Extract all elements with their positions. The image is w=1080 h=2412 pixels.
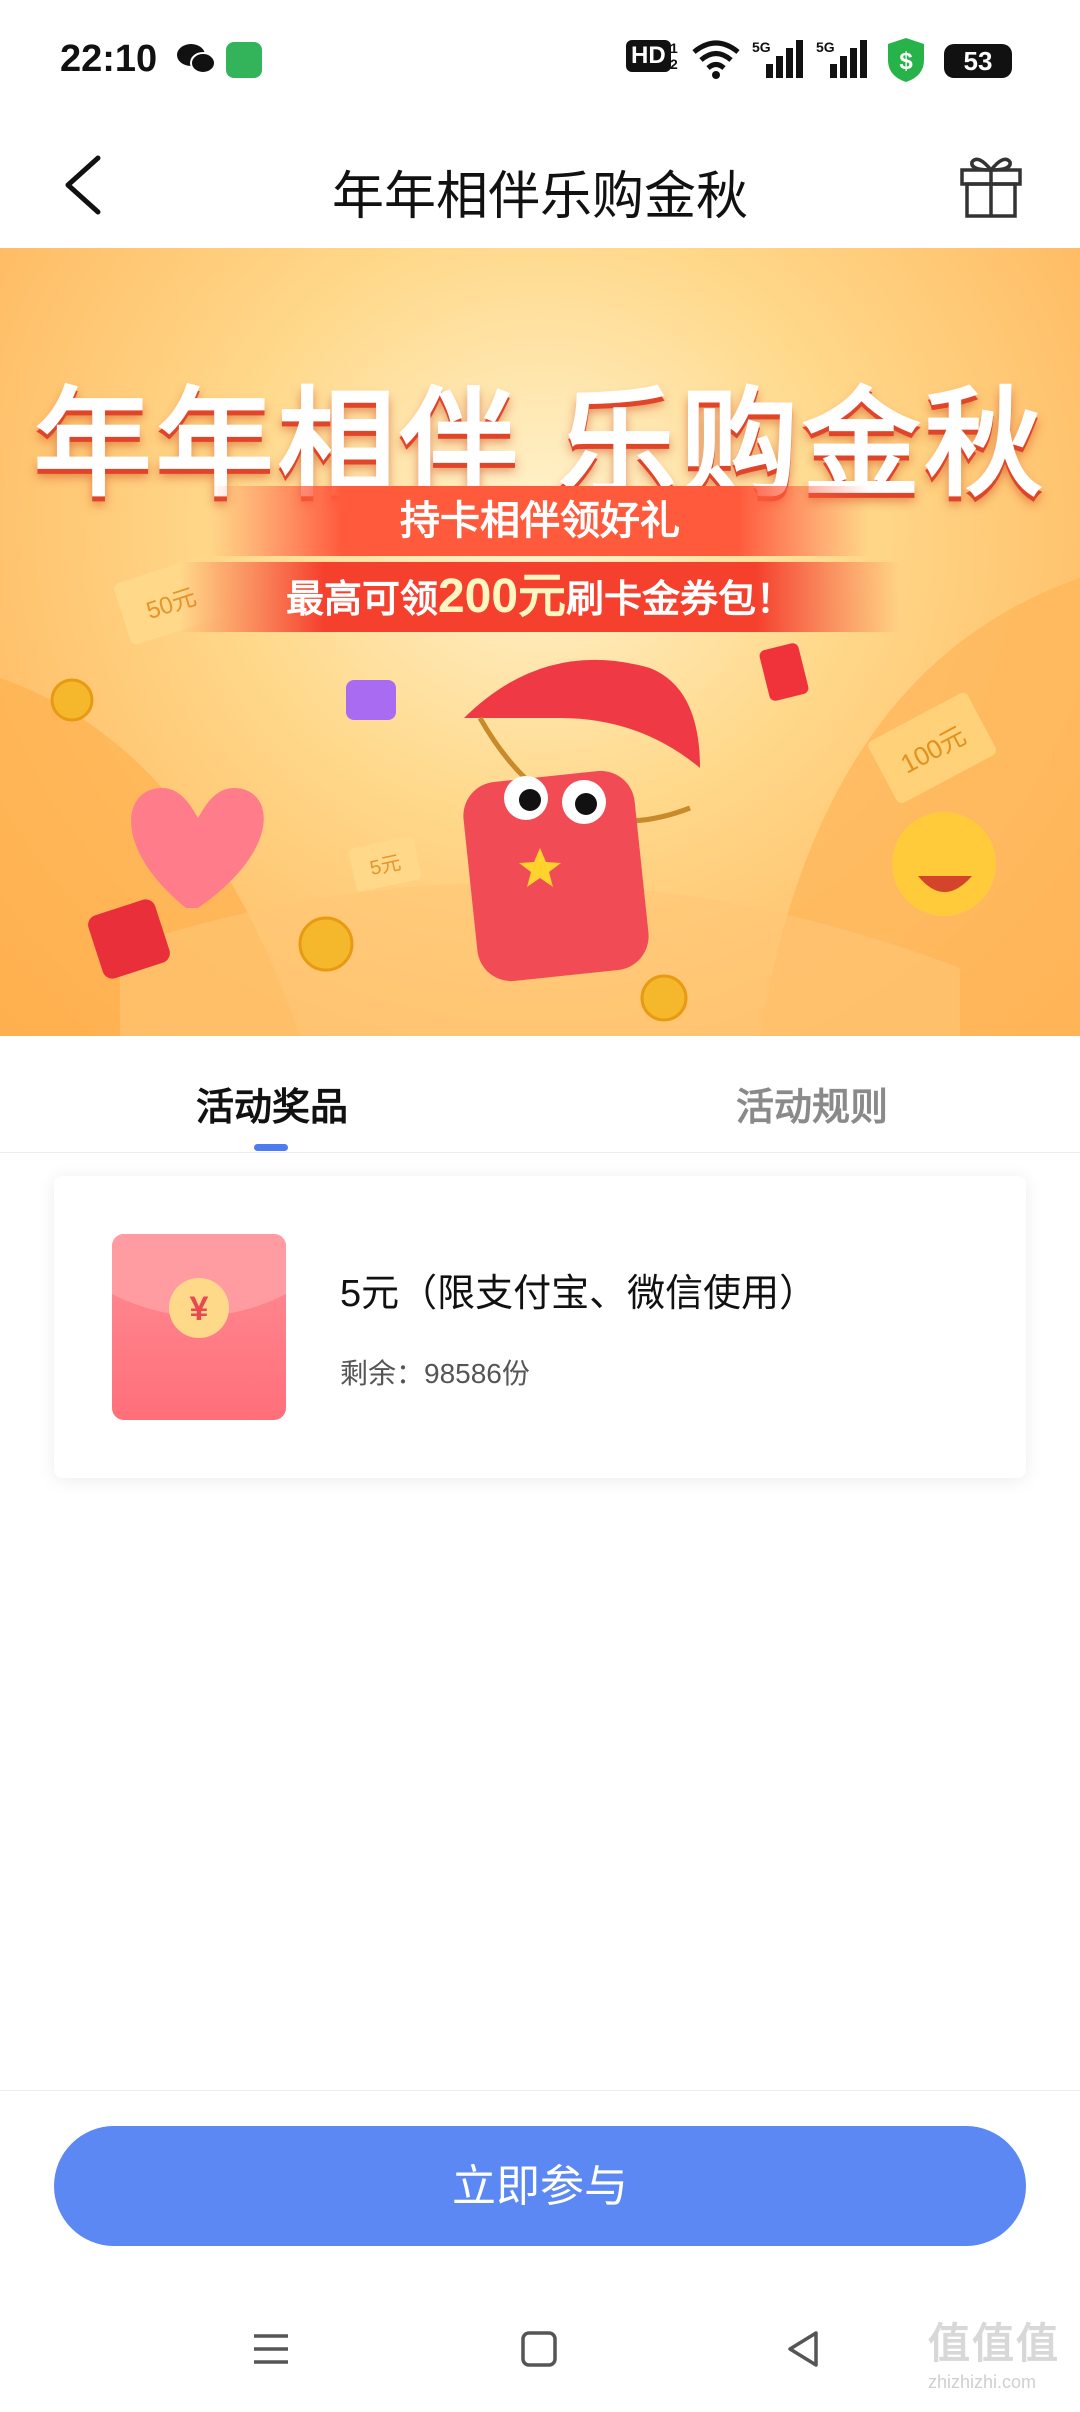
back-triangle-icon[interactable]: [782, 2328, 824, 2370]
gift-icon[interactable]: [956, 148, 1026, 220]
status-bar: 22:10 HD 1 2 5G 5G $ 53: [0, 0, 1080, 122]
svg-text:$: $: [899, 48, 913, 75]
banner-promo: 最高可领200元刷卡金券包！: [180, 562, 900, 632]
page-title: 年年相伴乐购金秋: [331, 168, 748, 226]
wechat-icon: [177, 44, 216, 74]
signal-icon: 5G: [816, 39, 867, 78]
signal-icon: 5G: [752, 39, 803, 78]
join-now-button[interactable]: 立即参与: [54, 2126, 1026, 2246]
system-nav-bar: [0, 2290, 1080, 2412]
hd-icon: HD: [626, 40, 671, 72]
prize-name: 5元（限支付宝、微信使用）: [340, 1273, 818, 1315]
watermark: 值值值: [928, 2320, 1061, 2367]
svg-text:5G: 5G: [752, 39, 771, 55]
red-envelope-icon: ¥: [112, 1234, 286, 1420]
prize-remaining: 剩余：98586份: [340, 1358, 530, 1389]
tab-bar: 活动奖品 活动规则: [0, 1036, 1080, 1153]
promo-banner: 50元 100元 5元 年年相伴 乐购金秋 持卡相伴领好礼 最高可领200元刷卡…: [0, 248, 1080, 1036]
tab-rules[interactable]: 活动规则: [736, 1076, 888, 1131]
top-nav-bar: 年年相伴乐购金秋: [0, 122, 1080, 249]
promo-amount: 200元: [437, 570, 567, 623]
status-time: 22:10: [60, 38, 158, 80]
banner-subtitle: 持卡相伴领好礼: [210, 486, 870, 556]
home-icon[interactable]: [518, 2328, 560, 2370]
battery-icon: 53: [944, 44, 1012, 78]
active-tab-indicator: [254, 1144, 288, 1151]
watermark-url: zhizhizhi.com: [928, 2372, 1037, 2392]
shield-icon: $: [888, 38, 924, 82]
wifi-icon: [692, 40, 740, 79]
svg-text:5G: 5G: [816, 39, 835, 55]
hd-sub-label: 1 2: [670, 40, 678, 72]
divider: [0, 2090, 1080, 2091]
tab-prizes[interactable]: 活动奖品: [196, 1076, 348, 1131]
svg-text:¥: ¥: [190, 1290, 209, 1328]
promo-suffix: 刷卡金券包！: [566, 579, 795, 621]
message-icon: [226, 42, 262, 78]
menu-icon[interactable]: [250, 2328, 292, 2370]
promo-prefix: 最高可领: [285, 579, 438, 621]
prize-card[interactable]: ¥ 5元（限支付宝、微信使用） 剩余：98586份: [54, 1176, 1026, 1478]
ticket-5: 5元: [349, 836, 421, 892]
